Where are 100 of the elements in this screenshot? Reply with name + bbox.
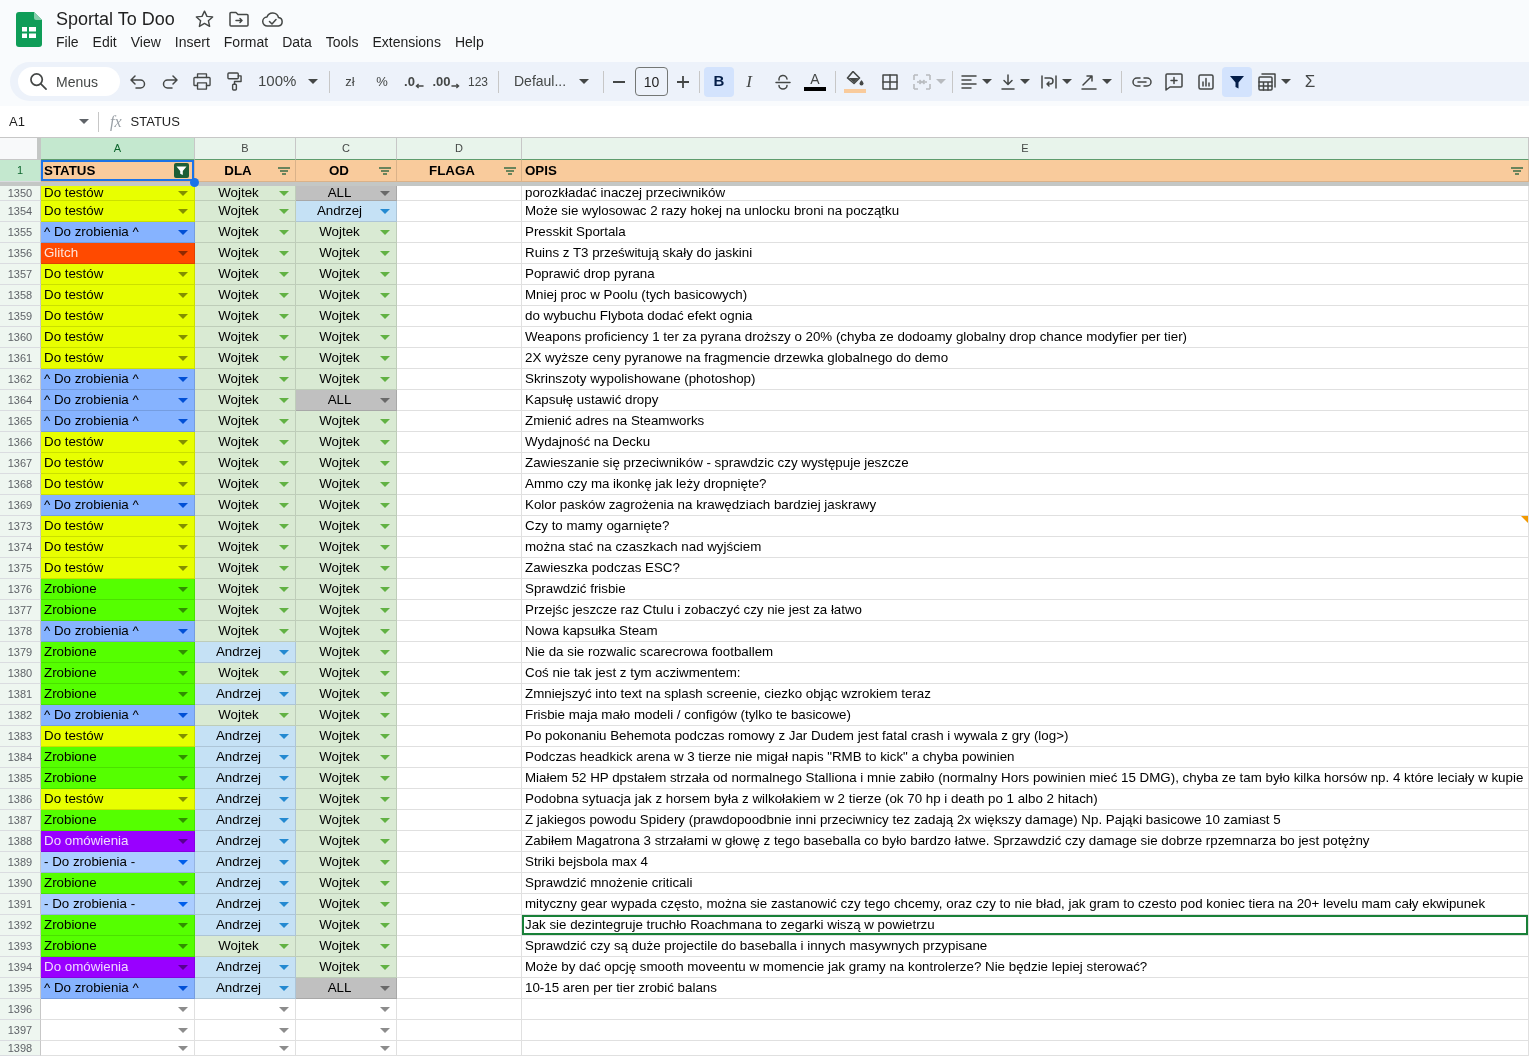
status-dropdown[interactable]: Zrobione bbox=[41, 768, 195, 789]
status-dropdown[interactable]: Do testów bbox=[41, 474, 195, 495]
row-number[interactable]: 1359 bbox=[0, 306, 41, 327]
person-dropdown[interactable]: Wojtek bbox=[195, 348, 296, 369]
person-dropdown[interactable]: Andrzej bbox=[195, 684, 296, 705]
row-number[interactable]: 1362 bbox=[0, 369, 41, 390]
status-dropdown[interactable]: Zrobione bbox=[41, 684, 195, 705]
status-dropdown[interactable]: ^ Do zrobienia ^ bbox=[41, 222, 195, 243]
status-dropdown[interactable]: Zrobione bbox=[41, 810, 195, 831]
row-number[interactable]: 1395 bbox=[0, 978, 41, 999]
person-dropdown[interactable]: Andrzej bbox=[195, 642, 296, 663]
person-dropdown[interactable]: ALL bbox=[296, 978, 397, 999]
person-dropdown[interactable]: Wojtek bbox=[296, 537, 397, 558]
person-dropdown[interactable]: Wojtek bbox=[296, 516, 397, 537]
status-dropdown[interactable]: Do omówienia bbox=[41, 957, 195, 978]
status-dropdown[interactable]: Do testów bbox=[41, 348, 195, 369]
column-header[interactable]: A bbox=[41, 138, 195, 160]
row-number[interactable]: 1392 bbox=[0, 915, 41, 936]
row-number[interactable]: 1391 bbox=[0, 894, 41, 915]
status-dropdown[interactable]: - Do zrobienia - bbox=[41, 894, 195, 915]
person-dropdown[interactable]: Andrzej bbox=[195, 768, 296, 789]
filter-icon[interactable] bbox=[379, 166, 391, 175]
status-dropdown[interactable]: Do testów bbox=[41, 537, 195, 558]
person-dropdown[interactable]: Wojtek bbox=[296, 684, 397, 705]
row-number[interactable]: 1389 bbox=[0, 852, 41, 873]
status-dropdown[interactable]: Zrobione bbox=[41, 873, 195, 894]
row-number[interactable]: 1374 bbox=[0, 537, 41, 558]
row-number[interactable]: 1394 bbox=[0, 957, 41, 978]
person-dropdown[interactable]: Wojtek bbox=[195, 453, 296, 474]
person-dropdown[interactable]: Wojtek bbox=[195, 186, 296, 201]
status-dropdown[interactable]: Do testów bbox=[41, 285, 195, 306]
status-dropdown[interactable]: ^ Do zrobienia ^ bbox=[41, 621, 195, 642]
person-dropdown[interactable]: Wojtek bbox=[195, 222, 296, 243]
row-number[interactable]: 1383 bbox=[0, 726, 41, 747]
status-dropdown[interactable]: ^ Do zrobienia ^ bbox=[41, 495, 195, 516]
person-dropdown[interactable]: Wojtek bbox=[195, 264, 296, 285]
menu-item[interactable]: Help bbox=[447, 30, 491, 54]
person-dropdown[interactable]: Wojtek bbox=[296, 453, 397, 474]
increase-decimal-button[interactable]: .00 bbox=[430, 66, 462, 97]
person-dropdown[interactable]: Wojtek bbox=[296, 789, 397, 810]
person-dropdown[interactable]: Wojtek bbox=[296, 558, 397, 579]
person-dropdown[interactable]: Wojtek bbox=[296, 747, 397, 768]
person-dropdown[interactable]: Andrzej bbox=[195, 726, 296, 747]
status-dropdown[interactable]: Do omówienia bbox=[41, 831, 195, 852]
person-dropdown[interactable]: Wojtek bbox=[195, 516, 296, 537]
person-dropdown[interactable]: Wojtek bbox=[195, 369, 296, 390]
status-dropdown[interactable]: Do testów bbox=[41, 306, 195, 327]
percent-button[interactable]: % bbox=[366, 66, 398, 97]
row-number[interactable]: 1357 bbox=[0, 264, 41, 285]
row-number[interactable]: 1365 bbox=[0, 411, 41, 432]
font-size-field[interactable]: 10 bbox=[635, 67, 668, 96]
row-number[interactable]: 1382 bbox=[0, 705, 41, 726]
row-number[interactable]: 1386 bbox=[0, 789, 41, 810]
column-header[interactable]: B bbox=[195, 138, 296, 160]
active-filter-icon[interactable] bbox=[174, 163, 189, 178]
status-dropdown[interactable]: Do testów bbox=[41, 558, 195, 579]
person-dropdown[interactable]: Andrzej bbox=[195, 873, 296, 894]
status-dropdown[interactable]: Do testów bbox=[41, 453, 195, 474]
search-field[interactable]: Menus bbox=[18, 67, 120, 96]
person-dropdown[interactable]: Wojtek bbox=[195, 936, 296, 957]
name-box[interactable]: A1 bbox=[0, 106, 98, 137]
status-dropdown[interactable]: ^ Do zrobienia ^ bbox=[41, 411, 195, 432]
status-dropdown[interactable]: Zrobione bbox=[41, 579, 195, 600]
person-dropdown[interactable]: Wojtek bbox=[296, 936, 397, 957]
person-dropdown[interactable]: Wojtek bbox=[296, 474, 397, 495]
status-dropdown[interactable]: Zrobione bbox=[41, 936, 195, 957]
fill-handle-icon[interactable] bbox=[190, 178, 199, 187]
person-dropdown[interactable]: Wojtek bbox=[296, 663, 397, 684]
person-dropdown[interactable]: Wojtek bbox=[296, 369, 397, 390]
status-dropdown[interactable]: Zrobione bbox=[41, 642, 195, 663]
row-number[interactable]: 1390 bbox=[0, 873, 41, 894]
row-number[interactable]: 1366 bbox=[0, 432, 41, 453]
person-dropdown[interactable]: Wojtek bbox=[296, 831, 397, 852]
row-number[interactable]: 1396 bbox=[0, 999, 41, 1020]
row-number[interactable]: 1373 bbox=[0, 516, 41, 537]
row-number[interactable]: 1376 bbox=[0, 579, 41, 600]
person-dropdown[interactable]: Wojtek bbox=[296, 873, 397, 894]
person-dropdown[interactable]: Wojtek bbox=[296, 264, 397, 285]
italic-button[interactable]: I bbox=[734, 66, 764, 97]
menu-item[interactable]: Extensions bbox=[365, 30, 448, 54]
row-number[interactable]: 1380 bbox=[0, 663, 41, 684]
person-dropdown[interactable]: Wojtek bbox=[195, 432, 296, 453]
status-dropdown[interactable]: ^ Do zrobienia ^ bbox=[41, 705, 195, 726]
zoom-dropdown[interactable]: 100% bbox=[250, 66, 325, 97]
person-dropdown[interactable]: Andrzej bbox=[195, 894, 296, 915]
person-dropdown[interactable]: Wojtek bbox=[195, 705, 296, 726]
status-dropdown[interactable]: Do testów bbox=[41, 432, 195, 453]
row-number[interactable]: 1368 bbox=[0, 474, 41, 495]
person-dropdown[interactable]: Wojtek bbox=[296, 600, 397, 621]
person-dropdown[interactable]: Wojtek bbox=[296, 348, 397, 369]
menu-item[interactable]: File bbox=[49, 30, 86, 54]
decrease-decimal-button[interactable]: .0 bbox=[398, 66, 430, 97]
person-dropdown[interactable]: Wojtek bbox=[296, 642, 397, 663]
menu-item[interactable]: View bbox=[123, 30, 168, 54]
person-dropdown[interactable]: Andrzej bbox=[195, 915, 296, 936]
row-number[interactable]: 1356 bbox=[0, 243, 41, 264]
status-dropdown[interactable]: Zrobione bbox=[41, 663, 195, 684]
row-number[interactable]: 1393 bbox=[0, 936, 41, 957]
person-dropdown[interactable]: Wojtek bbox=[296, 432, 397, 453]
person-dropdown[interactable]: Wojtek bbox=[296, 222, 397, 243]
